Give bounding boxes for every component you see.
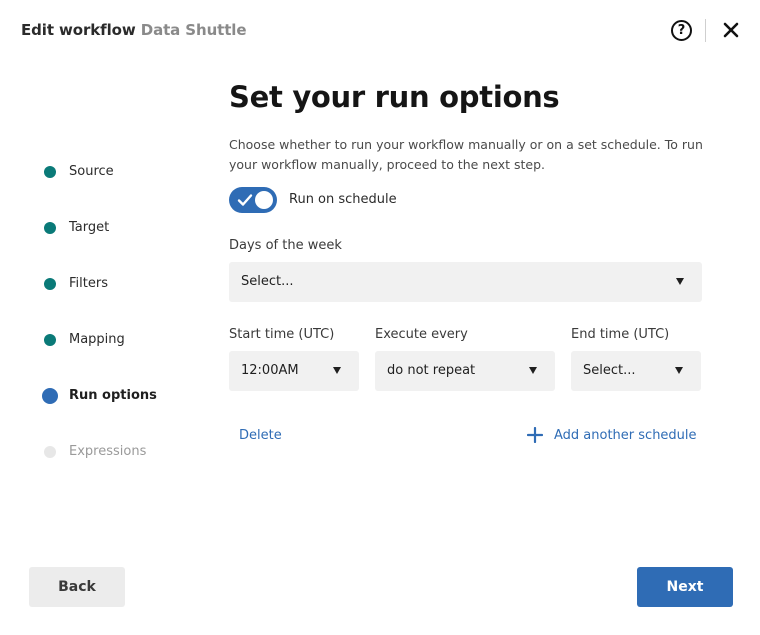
step-upcoming-dot-icon xyxy=(44,446,56,458)
run-on-schedule-label: Run on schedule xyxy=(289,192,397,207)
select-value: Select... xyxy=(583,363,636,378)
step-complete-dot-icon xyxy=(44,166,56,178)
step-complete-dot-icon xyxy=(44,334,56,346)
plus-icon[interactable] xyxy=(527,427,543,443)
days-of-week-label: Days of the week xyxy=(229,238,342,253)
title-prefix: Edit workflow xyxy=(21,21,136,39)
run-on-schedule-toggle[interactable] xyxy=(229,187,277,213)
step-label: Filters xyxy=(69,276,108,291)
caret-down-icon xyxy=(333,367,341,374)
days-of-week-select[interactable]: Select... xyxy=(229,262,702,302)
start-time-label: Start time (UTC) xyxy=(229,327,335,342)
select-value: 12:00AM xyxy=(241,363,299,378)
checkmark-icon xyxy=(237,194,253,206)
step-expressions: Expressions xyxy=(40,440,146,496)
step-complete-dot-icon xyxy=(44,278,56,290)
start-time-select[interactable]: 12:00AM xyxy=(229,351,359,391)
window-title: Edit workflow Data Shuttle xyxy=(21,21,247,39)
delete-schedule-link[interactable]: Delete xyxy=(239,428,282,443)
page-description: Choose whether to run your workflow manu… xyxy=(229,137,703,172)
workflow-name: Data Shuttle xyxy=(140,21,247,39)
execute-every-select[interactable]: do not repeat xyxy=(375,351,555,391)
workflow-stepper: Source Target Filters Mapping Run option… xyxy=(40,160,157,496)
step-label: Expressions xyxy=(69,444,147,459)
help-glyph: ? xyxy=(677,23,686,38)
close-x-icon[interactable] xyxy=(721,20,741,40)
header-divider xyxy=(705,19,706,42)
step-label: Source xyxy=(69,164,114,179)
select-value: do not repeat xyxy=(387,363,476,378)
select-value: Select... xyxy=(241,274,294,289)
page-title: Set your run options xyxy=(229,80,560,114)
step-current-dot-icon xyxy=(42,388,58,404)
step-mapping[interactable]: Mapping xyxy=(40,328,125,384)
step-complete-dot-icon xyxy=(44,222,56,234)
step-label: Run options xyxy=(69,388,157,403)
next-button[interactable]: Next xyxy=(637,567,733,607)
step-run-options[interactable]: Run options xyxy=(40,384,157,440)
end-time-label: End time (UTC) xyxy=(571,327,670,342)
question-circle-icon[interactable]: ? xyxy=(671,20,692,41)
step-source[interactable]: Source xyxy=(40,160,114,216)
end-time-select[interactable]: Select... xyxy=(571,351,701,391)
caret-down-icon xyxy=(676,278,684,285)
caret-down-icon xyxy=(675,367,683,374)
step-label: Target xyxy=(69,220,110,235)
caret-down-icon xyxy=(529,367,537,374)
execute-every-label: Execute every xyxy=(375,327,468,342)
add-another-schedule-link[interactable]: Add another schedule xyxy=(554,428,697,443)
back-button[interactable]: Back xyxy=(29,567,125,607)
toggle-knob xyxy=(255,191,273,209)
step-target[interactable]: Target xyxy=(40,216,109,272)
step-filters[interactable]: Filters xyxy=(40,272,108,328)
step-label: Mapping xyxy=(69,332,125,347)
